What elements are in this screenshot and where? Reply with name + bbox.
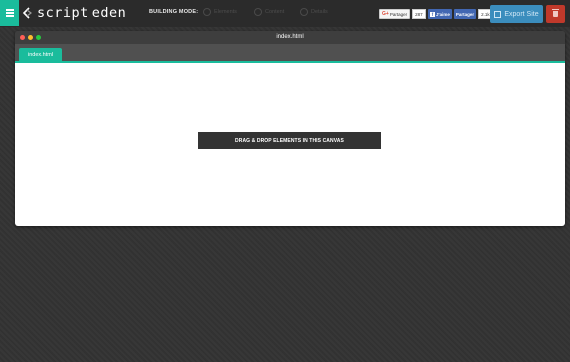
building-mode-label: BUILDING MODE: [149, 9, 199, 15]
top-toolbar: script eden BUILDING MODE: Elements Cont… [0, 0, 570, 27]
hamburger-icon [5, 12, 14, 14]
google-share-count: 287 [412, 9, 426, 19]
app-logo[interactable]: script eden [22, 4, 126, 22]
facebook-like-label: J'aime [436, 11, 450, 17]
google-share-widget: G+ Partager 287 [379, 9, 426, 19]
page-tabs: index.html [15, 44, 565, 61]
menu-button[interactable] [0, 0, 19, 26]
mode-elements-label: Elements [214, 9, 237, 15]
drop-canvas[interactable]: DRAG & DROP ELEMENTS IN THIS CANVAS [15, 63, 565, 226]
radio-icon [203, 8, 211, 16]
logo-text-script: script [37, 5, 89, 21]
mode-elements-option[interactable]: Elements [203, 8, 237, 16]
facebook-share-button[interactable]: Partager [453, 9, 477, 19]
logo-text-eden: eden [91, 5, 127, 21]
window-titlebar: index.html [15, 31, 565, 44]
export-site-button[interactable]: Export Site [490, 5, 543, 23]
facebook-widget: f J'aime Partager 2.1k [428, 9, 493, 19]
drop-placeholder: DRAG & DROP ELEMENTS IN THIS CANVAS [198, 132, 381, 149]
google-icon: G+ [382, 11, 389, 17]
tab-index-html[interactable]: index.html [19, 48, 63, 61]
delete-button[interactable] [546, 5, 565, 23]
mode-details-label: Details [311, 9, 328, 15]
code-chevron-icon [22, 7, 32, 19]
mode-content-option[interactable]: Content [254, 8, 284, 16]
external-link-icon [494, 10, 502, 18]
google-share-label: Partager [389, 11, 408, 17]
facebook-share-label: Partager [455, 11, 475, 17]
trash-icon [552, 9, 559, 17]
facebook-like-button[interactable]: f J'aime [428, 9, 452, 19]
editor-window: index.html index.html DRAG & DROP ELEMEN… [15, 31, 565, 226]
mode-content-label: Content [265, 9, 285, 15]
facebook-icon: f [430, 11, 435, 17]
export-site-label: Export Site [504, 10, 539, 18]
radio-icon [254, 8, 262, 16]
google-share-button[interactable]: G+ Partager [379, 9, 411, 19]
window-title: index.html [276, 34, 304, 40]
radio-icon [300, 8, 308, 16]
mode-details-option[interactable]: Details [300, 8, 328, 16]
